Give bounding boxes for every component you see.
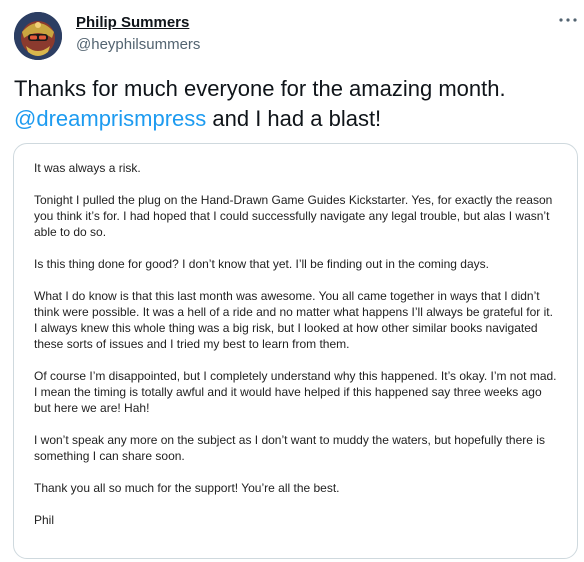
mention-link[interactable]: @dreamprismpress	[14, 106, 206, 131]
statement-paragraph: Of course I’m disappointed, but I comple…	[34, 369, 557, 415]
attached-image-statement[interactable]: It was always a risk. Tonight I pulled t…	[13, 143, 578, 559]
avatar-illustration	[14, 12, 62, 60]
statement-paragraph: I won’t speak any more on the subject as…	[34, 433, 545, 463]
author-handle[interactable]: @heyphilsummers	[76, 36, 200, 54]
more-options-icon[interactable]	[557, 12, 579, 28]
statement-text: It was always a risk. Tonight I pulled t…	[34, 160, 559, 544]
tweet-text-after-mention: and I had a blast!	[206, 106, 382, 131]
author-display-name[interactable]: Philip Summers	[76, 14, 189, 32]
statement-signature: Phil	[34, 513, 55, 527]
tweet-text-before-mention: Thanks for much everyone for the amazing…	[14, 76, 506, 101]
tweet-text: Thanks for much everyone for the amazing…	[14, 74, 574, 134]
statement-paragraph: Thank you all so much for the support! Y…	[34, 481, 340, 495]
statement-paragraph: What I do know is that this last month w…	[34, 289, 553, 351]
avatar[interactable]	[14, 12, 62, 60]
statement-paragraph: It was always a risk.	[34, 161, 141, 175]
statement-paragraph: Tonight I pulled the plug on the Hand-Dr…	[34, 193, 553, 239]
statement-paragraph: Is this thing done for good? I don’t kno…	[34, 257, 489, 271]
